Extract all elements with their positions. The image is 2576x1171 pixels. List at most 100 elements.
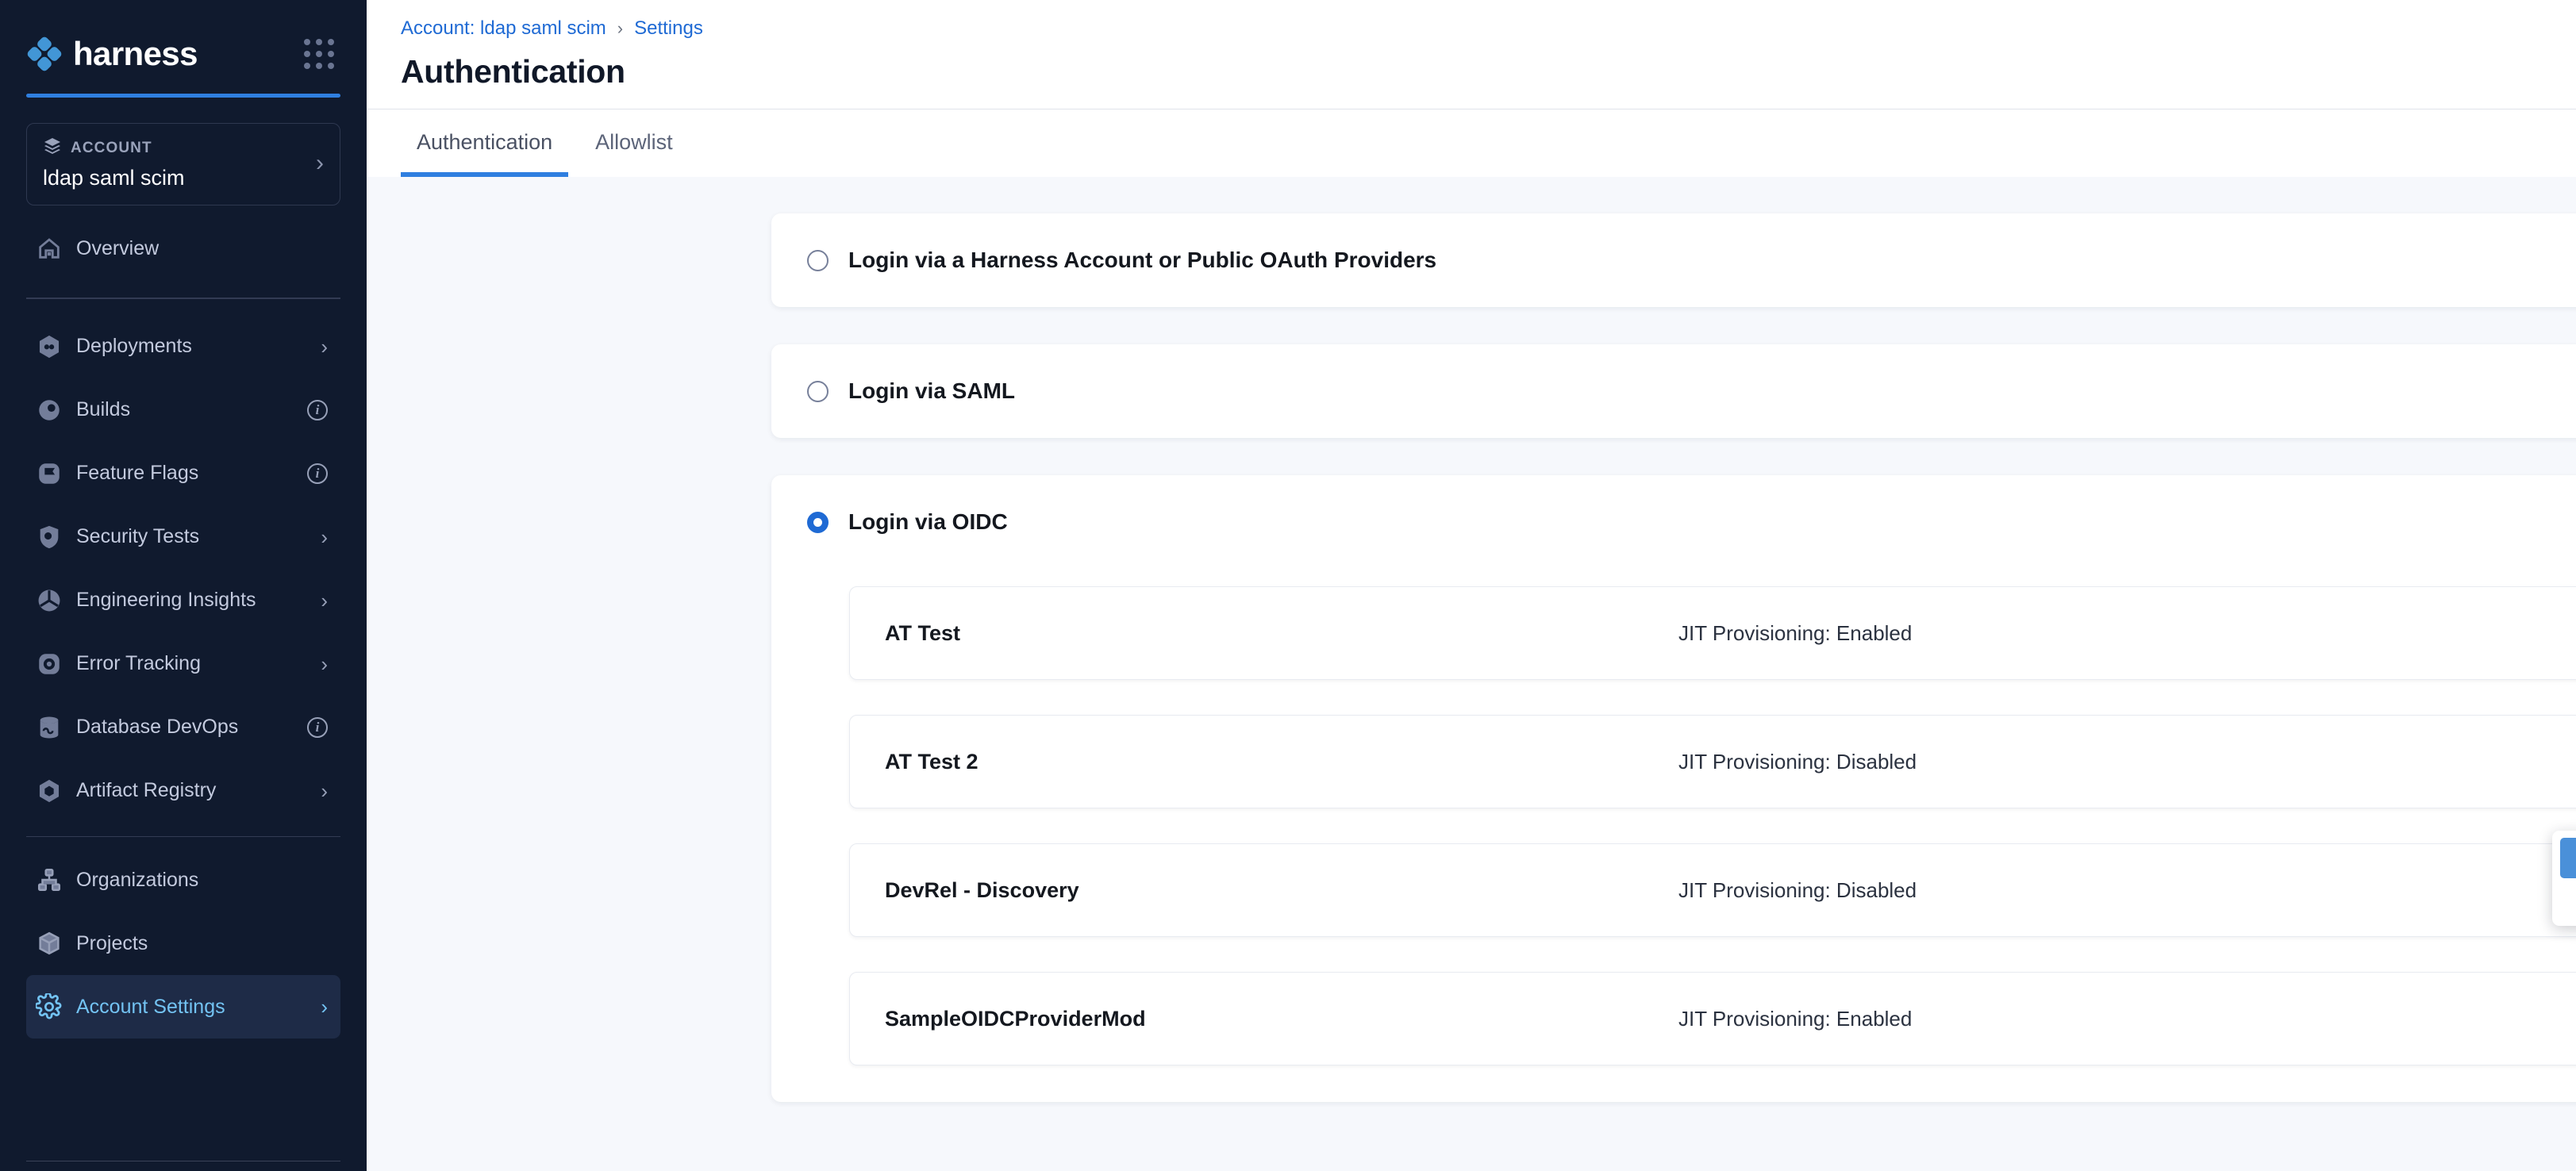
sidebar-item-label: Account Settings xyxy=(76,996,307,1019)
panel-harness-account[interactable]: Login via a Harness Account or Public OA… xyxy=(771,213,2576,307)
sidebar-item-label: Deployments xyxy=(76,335,307,358)
org-chart-icon xyxy=(36,866,63,893)
sidebar-item-label: Builds xyxy=(76,398,294,421)
table-row[interactable]: DevRel - Discovery JIT Provisioning: Dis… xyxy=(849,843,2576,937)
sidebar-divider-2 xyxy=(26,836,340,838)
chevron-right-icon: › xyxy=(321,654,328,674)
breadcrumb-account[interactable]: Account: ldap saml scim xyxy=(401,17,606,40)
panel-oidc: Login via OIDC ⌃ AT Test JIT Provisionin… xyxy=(771,475,2576,1102)
breadcrumb: Account: ldap saml scim › Settings xyxy=(401,17,2576,40)
harness-wordmark: harness xyxy=(73,35,198,73)
main-content: Account: ldap saml scim › Settings Authe… xyxy=(367,0,2576,1171)
breadcrumb-separator: › xyxy=(617,18,623,39)
breadcrumb-settings[interactable]: Settings xyxy=(634,17,703,40)
panel-title: Login via OIDC xyxy=(848,509,2576,535)
account-selector[interactable]: ACCOUNT ldap saml scim › xyxy=(26,123,340,205)
chevron-right-icon: › xyxy=(321,996,328,1017)
app-root: harness ACCOUNT ldap saml scim › xyxy=(0,0,2576,1171)
home-icon xyxy=(36,235,63,262)
sidebar-item-database-devops[interactable]: Database DevOps i xyxy=(26,696,340,759)
account-name: ldap saml scim xyxy=(43,166,185,190)
info-icon[interactable]: i xyxy=(307,463,328,484)
builds-icon xyxy=(36,397,63,424)
sidebar-item-engineering-insights[interactable]: Engineering Insights › xyxy=(26,569,340,632)
provider-jit-status: JIT Provisioning: Disabled xyxy=(1678,750,2576,774)
provider-jit-status: JIT Provisioning: Enabled xyxy=(1678,621,2576,646)
feature-flags-icon xyxy=(36,460,63,487)
sidebar-accent-rule xyxy=(26,94,340,98)
provider-name: DevRel - Discovery xyxy=(885,878,1678,903)
radio-harness-account[interactable] xyxy=(807,250,829,271)
sidebar-item-label: Projects xyxy=(76,932,328,955)
sidebar-item-label: Artifact Registry xyxy=(76,779,307,802)
sidebar-bottom-divider xyxy=(26,1161,340,1162)
tab-bar: Authentication Allowlist xyxy=(367,109,2576,177)
panel-title: Login via SAML xyxy=(848,378,2576,404)
provider-name: AT Test 2 xyxy=(885,750,1678,774)
chevron-right-icon: › xyxy=(316,152,324,175)
chevron-right-icon: › xyxy=(321,336,328,357)
chevron-right-icon: › xyxy=(321,590,328,611)
sidebar-item-label: Error Tracking xyxy=(76,652,307,675)
sidebar-item-projects[interactable]: Projects xyxy=(26,912,340,975)
insights-icon xyxy=(36,587,63,614)
sidebar-item-label: Organizations xyxy=(76,869,328,892)
table-row[interactable]: AT Test JIT Provisioning: Enabled xyxy=(849,586,2576,680)
menu-item-edit[interactable]: Edit xyxy=(2560,838,2576,878)
gear-icon xyxy=(36,993,63,1020)
table-row[interactable]: AT Test 2 JIT Provisioning: Disabled xyxy=(849,715,2576,808)
sidebar-item-label: Engineering Insights xyxy=(76,589,307,612)
info-icon[interactable]: i xyxy=(307,400,328,420)
box-icon xyxy=(36,930,63,957)
sidebar-item-artifact-registry[interactable]: Artifact Registry › xyxy=(26,759,340,823)
sidebar-header: harness xyxy=(26,0,340,89)
sidebar-nav: Overview Deployments › Builds i xyxy=(26,217,340,1039)
page-title: Authentication xyxy=(401,53,2576,90)
sidebar-item-security-tests[interactable]: Security Tests › xyxy=(26,505,340,569)
app-grid-icon[interactable] xyxy=(304,39,334,69)
sidebar-item-error-tracking[interactable]: Error Tracking › xyxy=(26,632,340,696)
oidc-provider-list: AT Test JIT Provisioning: Enabled AT Tes… xyxy=(771,569,2576,1102)
sidebar-item-organizations[interactable]: Organizations xyxy=(26,848,340,912)
panel-saml[interactable]: Login via SAML ⌄ xyxy=(771,344,2576,438)
layers-icon xyxy=(43,136,62,160)
sidebar: harness ACCOUNT ldap saml scim › xyxy=(0,0,367,1171)
sidebar-item-label: Overview xyxy=(76,237,328,260)
radio-saml[interactable] xyxy=(807,381,829,402)
sidebar-item-deployments[interactable]: Deployments › xyxy=(26,315,340,378)
provider-name: SampleOIDCProviderMod xyxy=(885,1007,1678,1031)
auth-panels: Login via a Harness Account or Public OA… xyxy=(367,177,2576,1171)
account-label: ACCOUNT xyxy=(71,140,152,157)
page-header: Account: ldap saml scim › Settings Authe… xyxy=(367,0,2576,109)
radio-oidc[interactable] xyxy=(807,512,829,533)
sidebar-divider-1 xyxy=(26,298,340,299)
provider-name: AT Test xyxy=(885,621,1678,646)
tab-allowlist[interactable]: Allowlist xyxy=(579,109,689,177)
sidebar-item-feature-flags[interactable]: Feature Flags i xyxy=(26,442,340,505)
panel-title: Login via a Harness Account or Public OA… xyxy=(848,248,2576,273)
context-menu: Edit Delete xyxy=(2552,831,2576,926)
sidebar-item-label: Feature Flags xyxy=(76,462,294,485)
harness-logo[interactable]: harness xyxy=(26,35,198,73)
menu-item-delete[interactable]: Delete xyxy=(2560,878,2576,919)
database-icon xyxy=(36,714,63,741)
panel-oidc-header[interactable]: Login via OIDC ⌃ xyxy=(771,475,2576,569)
sidebar-item-builds[interactable]: Builds i xyxy=(26,378,340,442)
deployments-icon xyxy=(36,333,63,360)
chevron-right-icon: › xyxy=(321,527,328,547)
sidebar-item-overview[interactable]: Overview xyxy=(26,217,340,280)
shield-icon xyxy=(36,524,63,551)
provider-jit-status: JIT Provisioning: Disabled xyxy=(1678,878,2576,903)
account-label-row: ACCOUNT xyxy=(43,136,185,160)
cube-icon xyxy=(36,777,63,804)
sidebar-item-label: Database DevOps xyxy=(76,716,294,739)
sidebar-item-label: Security Tests xyxy=(76,525,307,548)
tab-authentication[interactable]: Authentication xyxy=(401,109,568,177)
info-icon[interactable]: i xyxy=(307,717,328,738)
chevron-right-icon: › xyxy=(321,781,328,801)
error-tracking-icon xyxy=(36,651,63,678)
table-row[interactable]: SampleOIDCProviderMod JIT Provisioning: … xyxy=(849,972,2576,1065)
harness-logo-mark xyxy=(26,36,63,72)
provider-jit-status: JIT Provisioning: Enabled xyxy=(1678,1007,2576,1031)
sidebar-item-account-settings[interactable]: Account Settings › xyxy=(26,975,340,1039)
